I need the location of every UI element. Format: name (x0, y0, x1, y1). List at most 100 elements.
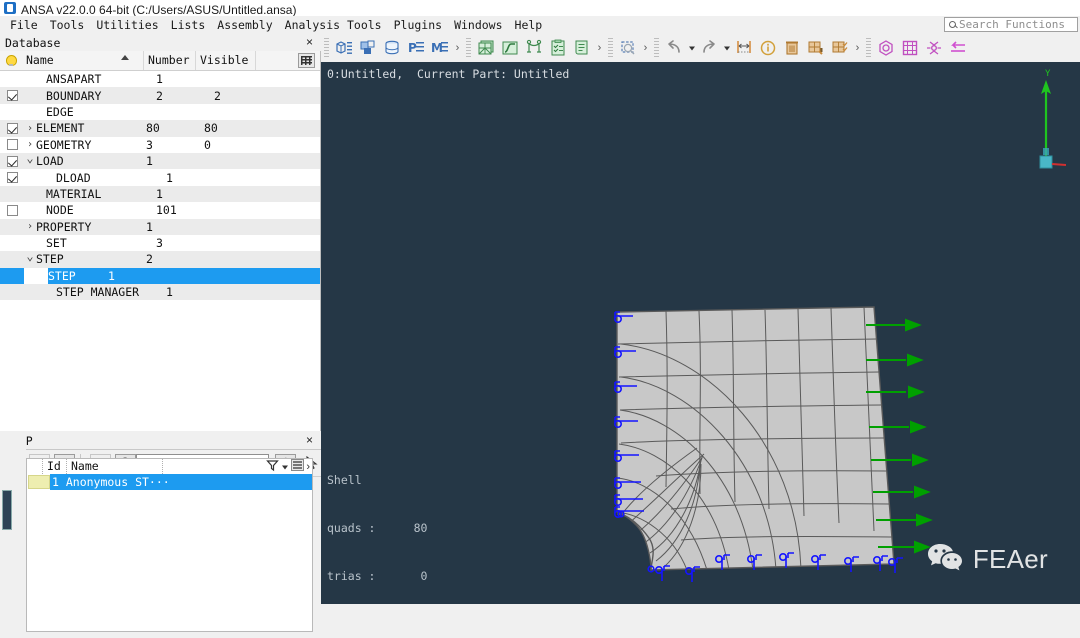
tree-row-number: 2 (156, 88, 163, 103)
tree-col-number[interactable]: Number (144, 51, 196, 70)
menu-lists[interactable]: Lists (165, 16, 212, 34)
check-mesh-icon[interactable] (828, 36, 852, 60)
lightbulb-icon[interactable] (0, 51, 22, 70)
tree-row[interactable]: NODE 101 (0, 202, 320, 218)
tree-row-visibility-checkbox[interactable] (0, 204, 24, 216)
main-toolbar: P M › › › › (321, 34, 1080, 63)
toolbar-overflow-solver-icon[interactable]: › (594, 36, 605, 60)
rail-tab-handle[interactable] (2, 490, 12, 530)
toolbar-grip-3[interactable] (608, 38, 613, 58)
filter-icon[interactable] (266, 459, 280, 475)
toolbar-grip[interactable] (324, 38, 329, 58)
database-panel-close-icon[interactable]: × (306, 35, 313, 50)
undo-icon[interactable] (662, 36, 686, 60)
measure-icon[interactable] (732, 36, 756, 60)
tree-row[interactable]: ⌄ LOAD 1 (0, 151, 320, 170)
toolbar-overflow-model-icon[interactable]: › (452, 36, 463, 60)
curve-icon[interactable] (498, 36, 522, 60)
step-expand-chevron-icon[interactable]: › (306, 461, 310, 473)
grid-mesh-icon[interactable] (898, 36, 922, 60)
delete-icon[interactable] (780, 36, 804, 60)
3d-viewport[interactable]: 0:Untitled, Current Part: Untitled Y She… (321, 62, 1080, 604)
fe-mesh-model[interactable] (321, 62, 1080, 604)
tree-row[interactable]: DLOAD 1 (0, 169, 320, 185)
tree-row[interactable]: BOUNDARY 2 2 (0, 87, 320, 104)
checkbox-checked-icon[interactable] (6, 172, 18, 184)
tree-row[interactable]: ⌄ STEP 2 (0, 249, 320, 268)
step-col-name[interactable]: Name (67, 459, 163, 474)
grid-config-icon[interactable] (298, 53, 315, 68)
checkbox-checked-icon[interactable] (6, 90, 18, 102)
tree-row-visibility-checkbox[interactable] (0, 90, 24, 102)
checkbox-checked-icon[interactable] (6, 155, 18, 167)
balance-icon[interactable] (522, 36, 546, 60)
menu-help[interactable]: Help (509, 16, 549, 34)
tree-row[interactable]: › GEOMETRY 3 0 (0, 137, 320, 153)
tree-row-name: SET (46, 236, 67, 251)
step-panel: STEP × ← → ↻ (0, 432, 321, 638)
tree-row[interactable]: › ELEMENT 80 80 (0, 120, 320, 137)
property-icon[interactable]: P (404, 36, 428, 60)
menu-windows[interactable]: Windows (448, 16, 508, 34)
filter-caret-down-icon[interactable] (281, 460, 289, 474)
tree-row[interactable]: SET 3 (0, 235, 320, 251)
select-zoom-icon[interactable] (616, 36, 640, 60)
step-col-id[interactable]: Id (43, 459, 67, 474)
toolbar-grip-2[interactable] (466, 38, 471, 58)
tree-col-name[interactable]: Name (22, 51, 144, 70)
tree-col-visible[interactable]: Visible (196, 51, 256, 70)
tree-row-visibility-checkbox[interactable] (0, 139, 24, 151)
undo-dropdown-icon[interactable] (686, 36, 697, 60)
material-icon[interactable]: M (428, 36, 452, 60)
toolbar-overflow-edit-icon[interactable]: › (852, 36, 863, 60)
tree-row[interactable]: EDGE (0, 104, 320, 120)
report-icon[interactable] (570, 36, 594, 60)
svg-text:P: P (408, 41, 417, 55)
menu-assembly[interactable]: Assembly (211, 16, 278, 34)
step-color-swatch[interactable] (28, 475, 50, 489)
database-tree: Name Number Visible ANSAPART 1 BOUNDARY 2 2 E… (0, 51, 321, 431)
chevron-down-icon[interactable]: ⌄ (24, 151, 36, 165)
step-panel-close-icon[interactable]: × (306, 433, 313, 448)
checkbox-unchecked-icon[interactable] (6, 139, 18, 151)
chevron-right-icon[interactable]: › (24, 139, 36, 150)
model-browser-icon[interactable] (332, 36, 356, 60)
step-grid-config-icon[interactable] (291, 459, 305, 474)
transform-icon[interactable] (804, 36, 828, 60)
tree-row[interactable]: STEP MANAGER 1 (0, 284, 320, 301)
deck-icon[interactable] (474, 36, 498, 60)
checklist-icon[interactable] (546, 36, 570, 60)
tree-row-visibility-checkbox[interactable] (0, 122, 24, 134)
hex-mesh-icon[interactable] (874, 36, 898, 60)
menu-utilities[interactable]: Utilities (90, 16, 164, 34)
menu-plugins[interactable]: Plugins (388, 16, 448, 34)
toolbar-grip-4[interactable] (654, 38, 659, 58)
redo-dropdown-icon[interactable] (721, 36, 732, 60)
menu-file[interactable]: File (4, 16, 44, 34)
redo-icon[interactable] (697, 36, 721, 60)
toolbar-grip-5[interactable] (866, 38, 871, 58)
parts-icon[interactable] (356, 36, 380, 60)
tree-row-visibility-checkbox[interactable] (0, 172, 24, 184)
toolbar-overflow-select-icon[interactable]: › (640, 36, 651, 60)
chevron-down-icon[interactable]: ⌄ (24, 249, 36, 263)
info-icon[interactable] (756, 36, 780, 60)
tree-row-visibility-checkbox[interactable] (0, 155, 24, 167)
search-functions-box[interactable]: Search Functions (944, 17, 1078, 32)
checkbox-checked-icon[interactable] (6, 122, 18, 134)
database-icon[interactable] (380, 36, 404, 60)
arrow-mesh-icon[interactable] (946, 36, 970, 60)
tree-row[interactable]: MATERIAL 1 (0, 185, 320, 203)
tree-row[interactable]: ANSAPART 1 (0, 71, 320, 87)
node-move-icon[interactable] (922, 36, 946, 60)
menu-analysis-tools[interactable]: Analysis Tools (279, 16, 388, 34)
left-dock: Database × Name Number Visible ANSAPART 1… (0, 34, 321, 638)
step-list-row[interactable]: 1 Anonymous ST··· (27, 474, 312, 490)
chevron-right-icon[interactable]: › (24, 123, 36, 134)
tree-row[interactable]: STEP 1 (0, 267, 320, 285)
checkbox-unchecked-icon[interactable] (6, 204, 18, 216)
tree-row[interactable]: › PROPERTY 1 (0, 218, 320, 235)
title-bar: ANSA v22.0.0 64-bit (C:/Users/ASUS/Untit… (0, 0, 1080, 16)
menu-tools[interactable]: Tools (44, 16, 91, 34)
chevron-right-icon[interactable]: › (24, 221, 36, 232)
